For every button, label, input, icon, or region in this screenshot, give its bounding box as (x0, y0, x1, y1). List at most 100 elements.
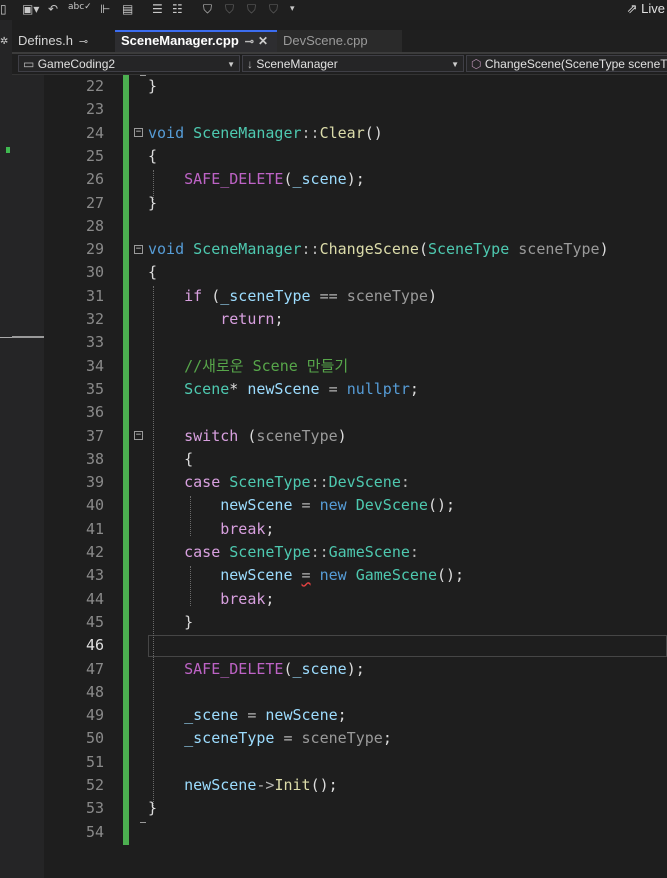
change-marker (6, 147, 10, 153)
collapse-icon[interactable]: − (134, 431, 143, 440)
line-number: 53 (85, 799, 104, 818)
fold-guide (140, 75, 146, 76)
code-line[interactable]: SAFE_DELETE(_scene); (148, 658, 365, 681)
live-share-button[interactable]: ⇗ Live (627, 0, 667, 20)
code-line[interactable]: } (148, 192, 157, 215)
code-line[interactable]: { (148, 448, 193, 471)
line-number: 22 (85, 77, 104, 95)
code-editor[interactable]: − − − 22 23 24 25 26 27 28 29 30 31 32 3… (12, 75, 667, 878)
code-line[interactable]: _sceneType = sceneType; (148, 727, 392, 750)
tab-defines-h[interactable]: Defines.h ⊸ (12, 30, 112, 52)
prev-bookmark-icon[interactable]: ⛉ (225, 2, 234, 16)
code-line[interactable]: newScene = new GameScene(); (148, 564, 464, 587)
line-number: 50 (85, 729, 104, 748)
code-line[interactable]: void SceneManager::ChangeScene(SceneType… (148, 238, 609, 261)
line-number: 45 (85, 612, 104, 631)
member-name: ChangeScene(SceneType sceneType) (484, 57, 667, 71)
tab-label: Defines.h (18, 33, 73, 48)
code-line[interactable]: } (148, 611, 193, 634)
code-line[interactable]: newScene = new DevScene(); (148, 494, 455, 517)
line-number: 31 (85, 286, 104, 305)
code-line[interactable]: { (148, 261, 157, 284)
line-number: 28 (85, 216, 104, 235)
line-number: 48 (85, 682, 104, 701)
line-number: 23 (85, 100, 104, 119)
pin-icon[interactable]: ⊸ (245, 36, 254, 48)
line-number-current: 46 (85, 636, 104, 655)
line-number: 24 (85, 123, 104, 142)
comment-lines-icon[interactable]: ☰ (152, 2, 163, 16)
bookmark-icon[interactable]: ⛉ (203, 2, 212, 16)
toolbar: ▯ ▣▾ ↶ abc✓ ⊩ ▤ ☰ ☷ ⛉ ⛉ ⛉ ⛉ ▾ ⇗ Live (0, 0, 667, 20)
code-line[interactable]: } (148, 75, 157, 98)
code-line[interactable]: if (_sceneType == sceneType) (148, 285, 437, 308)
line-number: 51 (85, 752, 104, 771)
scope-name: SceneManager (256, 57, 338, 71)
change-tracking-bar (123, 75, 129, 845)
next-bookmark-icon[interactable]: ⛉ (247, 2, 256, 16)
code-line[interactable]: { (148, 145, 157, 168)
chevron-down-icon: ▼ (451, 60, 459, 69)
line-number: 32 (85, 310, 104, 328)
close-icon[interactable]: ✕ (258, 34, 268, 48)
scroll-position-marker (0, 337, 12, 338)
save-icon[interactable]: ▣▾ (22, 2, 39, 16)
code-line[interactable]: //새로운 Scene 만들기 (148, 355, 348, 378)
gear-icon[interactable]: ✲ (0, 36, 8, 47)
code-line[interactable]: case SceneType::GameScene: (148, 541, 419, 564)
tab-scenemanager-cpp[interactable]: SceneManager.cpp ⊸ ✕ (115, 30, 277, 52)
member-dropdown[interactable]: ⬡ ChangeScene(SceneType sceneType) (466, 55, 667, 72)
line-number: 25 (85, 146, 104, 165)
scope-icon: ↓ (247, 57, 253, 71)
line-number: 54 (85, 822, 104, 841)
line-number: 39 (85, 473, 104, 492)
line-number: 40 (85, 496, 104, 515)
code-line[interactable]: void SceneManager::Clear() (148, 122, 383, 145)
clear-bookmarks-icon[interactable]: ⛉ (269, 2, 278, 16)
tab-label: SceneManager.cpp (121, 33, 239, 48)
collapse-icon[interactable]: − (134, 128, 143, 137)
bookmark-panel-icon[interactable]: ▤ (122, 2, 133, 16)
toolbar-overflow-icon[interactable]: ▾ (290, 2, 295, 16)
line-number: 33 (85, 333, 104, 352)
uncomment-lines-icon[interactable]: ☷ (172, 2, 183, 16)
bookmark-toggle-icon[interactable]: ⊩ (100, 2, 110, 16)
line-number: 44 (85, 589, 104, 608)
scope-dropdown[interactable]: ↓ SceneManager ▼ (242, 55, 464, 72)
project-dropdown[interactable]: ▭ GameCoding2 ▼ (18, 55, 240, 72)
code-line[interactable]: newScene->Init(); (148, 774, 338, 797)
code-line[interactable]: } (148, 797, 157, 820)
line-number: 27 (85, 193, 104, 212)
code-line[interactable]: break; (148, 518, 274, 541)
code-line[interactable]: case SceneType::DevScene: (148, 471, 410, 494)
line-number: 49 (85, 706, 104, 725)
code-line[interactable]: SAFE_DELETE(_scene); (148, 168, 365, 191)
debug-target-icon[interactable]: ▯ (0, 2, 7, 16)
tab-devscene-cpp[interactable]: DevScene.cpp (277, 30, 402, 52)
fold-guide (140, 822, 146, 823)
line-number: 41 (85, 519, 104, 538)
spell-check-icon[interactable]: abc✓ (68, 2, 92, 16)
left-tool-strip: ✲ (0, 20, 12, 878)
line-number: 26 (85, 170, 104, 189)
code-line[interactable]: Scene* newScene = nullptr; (148, 378, 419, 401)
line-number: 34 (85, 356, 104, 375)
line-number: 37 (85, 426, 104, 445)
line-number: 52 (85, 776, 104, 794)
line-number: 47 (85, 659, 104, 678)
indicator-margin (12, 75, 44, 878)
line-number: 42 (85, 543, 104, 561)
pin-icon[interactable]: ⊸ (79, 36, 88, 48)
line-number: 43 (85, 566, 104, 585)
line-number: 30 (85, 263, 104, 282)
code-line[interactable]: break; (148, 588, 274, 611)
project-icon: ▭ (23, 57, 35, 71)
collapse-icon[interactable]: − (134, 245, 143, 254)
method-icon: ⬡ (471, 57, 482, 71)
code-line[interactable]: return; (148, 308, 283, 331)
document-tab-bar: Defines.h ⊸ SceneManager.cpp ⊸ ✕ DevScene.c… (12, 30, 667, 54)
code-line[interactable]: switch (sceneType) (148, 425, 347, 448)
code-line[interactable]: _scene = newScene; (148, 704, 347, 727)
navigation-bar: ▭ GameCoding2 ▼ ↓ SceneManager ▼ ⬡ Chang… (12, 54, 667, 75)
undo-icon[interactable]: ↶ (48, 2, 58, 16)
